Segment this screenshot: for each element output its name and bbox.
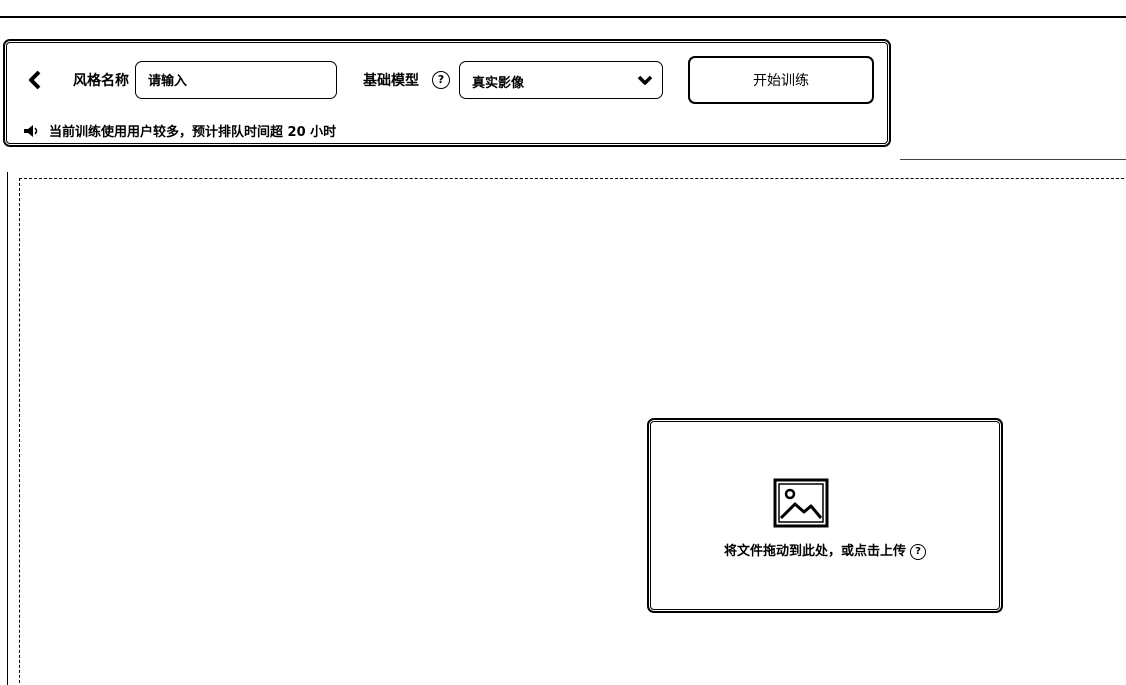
queue-notice-text: 当前训练使用用户较多，预计排队时间超 20 小时	[49, 125, 337, 140]
style-name-input[interactable]	[135, 61, 337, 99]
back-arrow-icon[interactable]	[27, 69, 43, 91]
section-divider	[900, 159, 1126, 160]
queue-notice: 当前训练使用用户较多，预计排队时间超 20 小时	[23, 121, 336, 140]
upload-prompt: 将文件拖动到此处，或点击上传?	[651, 540, 999, 560]
help-icon[interactable]: ?	[432, 71, 450, 89]
speaker-icon	[24, 124, 38, 137]
style-name-label: 风格名称	[73, 73, 129, 89]
training-config-panel: 风格名称 基础模型 ? 真实影像 开始训练 当前训练使用用户较多，预计排队时间超…	[4, 40, 890, 146]
upload-card[interactable]: 将文件拖动到此处，或点击上传?	[648, 419, 1002, 612]
left-divider	[7, 172, 8, 685]
base-model-label: 基础模型	[363, 73, 419, 89]
chevron-down-icon	[637, 75, 653, 85]
start-training-button[interactable]: 开始训练	[689, 57, 873, 103]
help-icon[interactable]: ?	[910, 543, 926, 560]
base-model-select[interactable]: 真实影像	[459, 61, 663, 99]
image-icon	[773, 478, 829, 528]
training-page: 风格名称 基础模型 ? 真实影像 开始训练 当前训练使用用户较多，预计排队时间超…	[0, 0, 1126, 685]
upload-prompt-text: 将文件拖动到此处，或点击上传	[723, 544, 906, 559]
top-divider	[0, 16, 1126, 18]
base-model-value: 真实影像	[472, 76, 525, 91]
